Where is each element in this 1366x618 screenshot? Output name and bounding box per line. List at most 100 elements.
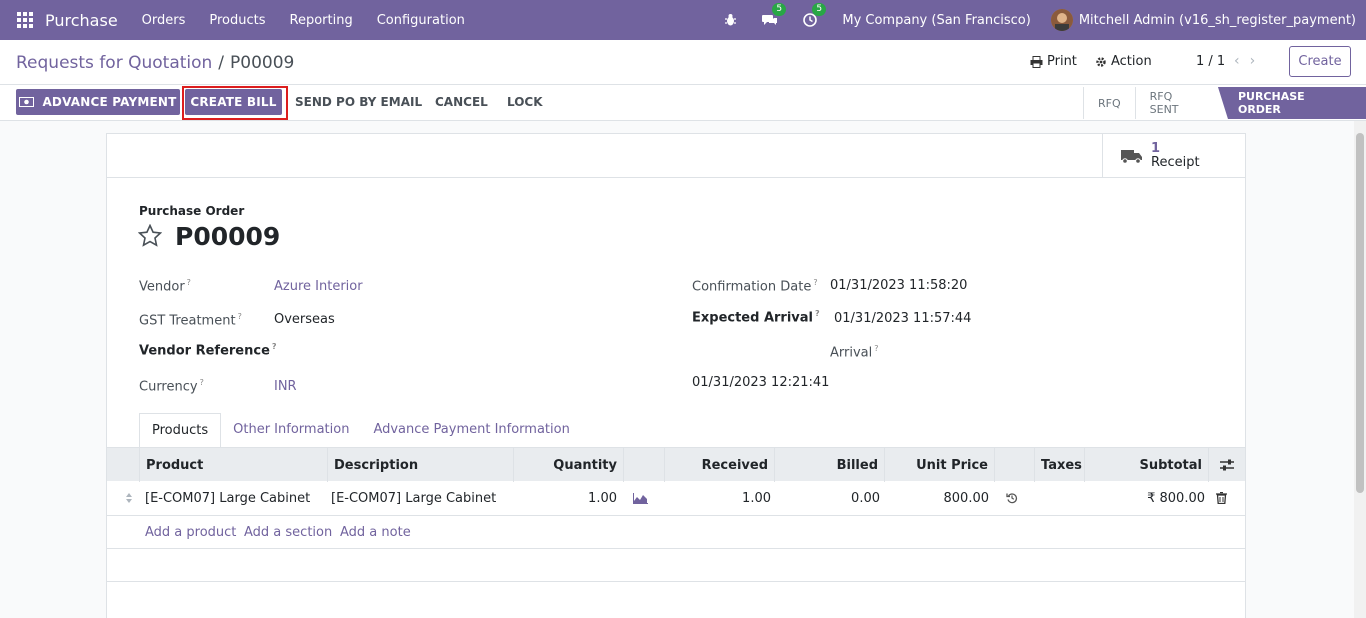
help-icon[interactable]: ? — [874, 344, 878, 353]
currency-label: Currency? — [139, 378, 204, 394]
truck-icon — [1121, 150, 1142, 164]
add-note-link[interactable]: Add a note — [340, 525, 411, 540]
user-avatar[interactable] — [1050, 9, 1073, 31]
breadcrumb-parent[interactable]: Requests for Quotation — [16, 53, 212, 73]
add-section-link[interactable]: Add a section — [244, 525, 332, 540]
company-switcher[interactable]: My Company (San Francisco) — [842, 13, 1030, 28]
order-lines-header: Product Description Quantity Received Bi… — [107, 447, 1245, 482]
vendor-field[interactable]: Azure Interior — [274, 279, 363, 294]
menu-reporting[interactable]: Reporting — [278, 13, 365, 28]
gst-treatment-field[interactable]: Overseas — [274, 312, 335, 327]
apps-menu-icon[interactable] — [17, 12, 33, 28]
action-button[interactable]: Action — [1095, 54, 1152, 69]
tab-advance-payment-information[interactable]: Advance Payment Information — [361, 413, 581, 448]
gst-label-text: GST Treatment — [139, 313, 236, 329]
help-icon[interactable]: ? — [815, 309, 820, 318]
help-icon[interactable]: ? — [238, 312, 242, 321]
col-subtotal[interactable]: Subtotal — [1084, 448, 1208, 482]
advance-payment-label: ADVANCE PAYMENT — [42, 95, 177, 109]
scrollbar-thumb[interactable] — [1356, 133, 1364, 493]
page-scrollbar[interactable] — [1354, 121, 1366, 618]
bug-icon[interactable] — [722, 12, 738, 28]
notebook-tabs: Products Other Information Advance Payme… — [139, 413, 582, 448]
cell-unit-price[interactable]: 800.00 — [884, 481, 995, 515]
gear-icon — [1096, 56, 1106, 67]
gst-treatment-label: GST Treatment? — [139, 312, 242, 328]
expected-arrival-label: Expected Arrival? — [692, 309, 820, 325]
currency-label-text: Currency — [139, 379, 198, 395]
main-navbar: Purchase Orders Products Reporting Confi… — [0, 0, 1366, 40]
empty-row — [107, 549, 1245, 582]
pager-arrows: ‹› — [1234, 53, 1265, 69]
lock-button[interactable]: LOCK — [507, 95, 543, 109]
chevron-left-icon[interactable]: ‹ — [1234, 53, 1250, 69]
breadcrumb-separator: / — [218, 53, 225, 73]
print-button[interactable]: Print — [1030, 54, 1077, 69]
cell-taxes[interactable] — [1034, 481, 1084, 515]
messages-icon[interactable]: 5 — [762, 3, 787, 28]
po-title-label: Purchase Order — [139, 204, 245, 218]
create-button[interactable]: Create — [1289, 46, 1351, 77]
cell-quantity[interactable]: 1.00 — [513, 481, 623, 515]
advance-payment-button[interactable]: ADVANCE PAYMENT — [16, 89, 180, 115]
optional-columns-toggle[interactable] — [1208, 448, 1245, 482]
cell-description[interactable]: [E-COM07] Large Cabinet — [325, 481, 515, 515]
currency-field[interactable]: INR — [274, 379, 297, 394]
help-icon[interactable]: ? — [272, 342, 277, 351]
tab-products[interactable]: Products — [139, 413, 222, 448]
menu-configuration[interactable]: Configuration — [365, 13, 477, 28]
expected-arrival-field[interactable]: 01/31/2023 11:57:44 — [834, 311, 971, 326]
col-history — [994, 448, 1034, 482]
receipt-label: Receipt — [1151, 155, 1200, 170]
vendor-ref-label-text: Vendor Reference — [139, 343, 270, 359]
table-row[interactable]: [E-COM07] Large Cabinet [E-COM07] Large … — [107, 481, 1245, 516]
receipt-smart-button[interactable]: 1 Receipt — [1102, 134, 1245, 178]
col-unit-price[interactable]: Unit Price — [884, 448, 994, 482]
star-icon[interactable] — [137, 223, 163, 251]
menu-products[interactable]: Products — [197, 13, 277, 28]
col-billed[interactable]: Billed — [774, 448, 884, 482]
breadcrumb-current: P00009 — [230, 53, 295, 73]
vendor-label-text: Vendor — [139, 279, 185, 295]
trash-icon[interactable] — [1210, 481, 1235, 515]
col-received[interactable]: Received — [664, 448, 774, 482]
cell-billed: 0.00 — [851, 490, 880, 506]
status-rfq-sent[interactable]: RFQ SENT — [1134, 87, 1218, 119]
forecast-chart-icon[interactable] — [627, 481, 657, 515]
user-menu[interactable]: Mitchell Admin (v16_sh_register_payment) — [1079, 13, 1356, 28]
status-bar: RFQ RFQ SENT PURCHASE ORDER — [1083, 87, 1366, 119]
col-taxes[interactable]: Taxes — [1034, 448, 1084, 482]
breadcrumb: Requests for Quotation / P00009 — [16, 53, 294, 73]
activities-clock-icon[interactable]: 5 — [802, 3, 827, 28]
arrival-label-text: Arrival — [830, 345, 873, 361]
activities-badge: 5 — [812, 3, 827, 16]
menu-orders[interactable]: Orders — [130, 13, 198, 28]
drag-handle-icon[interactable] — [119, 481, 139, 515]
pager-value[interactable]: 1 / 1 — [1196, 54, 1225, 69]
status-purchase-order[interactable]: PURCHASE ORDER — [1217, 87, 1366, 119]
col-quantity[interactable]: Quantity — [513, 448, 623, 482]
cell-received[interactable]: 1.00 — [664, 481, 777, 515]
col-description[interactable]: Description — [327, 448, 513, 482]
help-icon[interactable]: ? — [813, 278, 817, 287]
tab-other-information[interactable]: Other Information — [221, 413, 361, 448]
col-product[interactable]: Product — [139, 448, 327, 482]
chevron-right-icon[interactable]: › — [1250, 53, 1266, 69]
send-po-email-button[interactable]: SEND PO BY EMAIL — [295, 95, 422, 109]
cell-product[interactable]: [E-COM07] Large Cabinet — [139, 481, 327, 515]
create-bill-button[interactable]: CREATE BILL — [185, 89, 282, 115]
add-product-link[interactable]: Add a product — [145, 525, 236, 540]
form-sheet: 1 Receipt Purchase Order P00009 Vendor? … — [106, 133, 1246, 618]
status-rfq[interactable]: RFQ — [1083, 87, 1135, 119]
history-icon[interactable] — [1000, 481, 1025, 515]
form-header: ADVANCE PAYMENT CREATE BILL SEND PO BY E… — [0, 85, 1366, 121]
app-name[interactable]: Purchase — [45, 11, 118, 30]
print-label: Print — [1047, 54, 1077, 69]
money-icon — [19, 97, 35, 107]
help-icon[interactable]: ? — [187, 278, 191, 287]
cancel-button[interactable]: CANCEL — [435, 95, 488, 109]
po-number: P00009 — [175, 222, 281, 251]
help-icon[interactable]: ? — [200, 378, 204, 387]
arrival-label: Arrival? — [830, 344, 879, 360]
confirmation-date-field[interactable]: 01/31/2023 11:58:20 — [830, 278, 967, 293]
